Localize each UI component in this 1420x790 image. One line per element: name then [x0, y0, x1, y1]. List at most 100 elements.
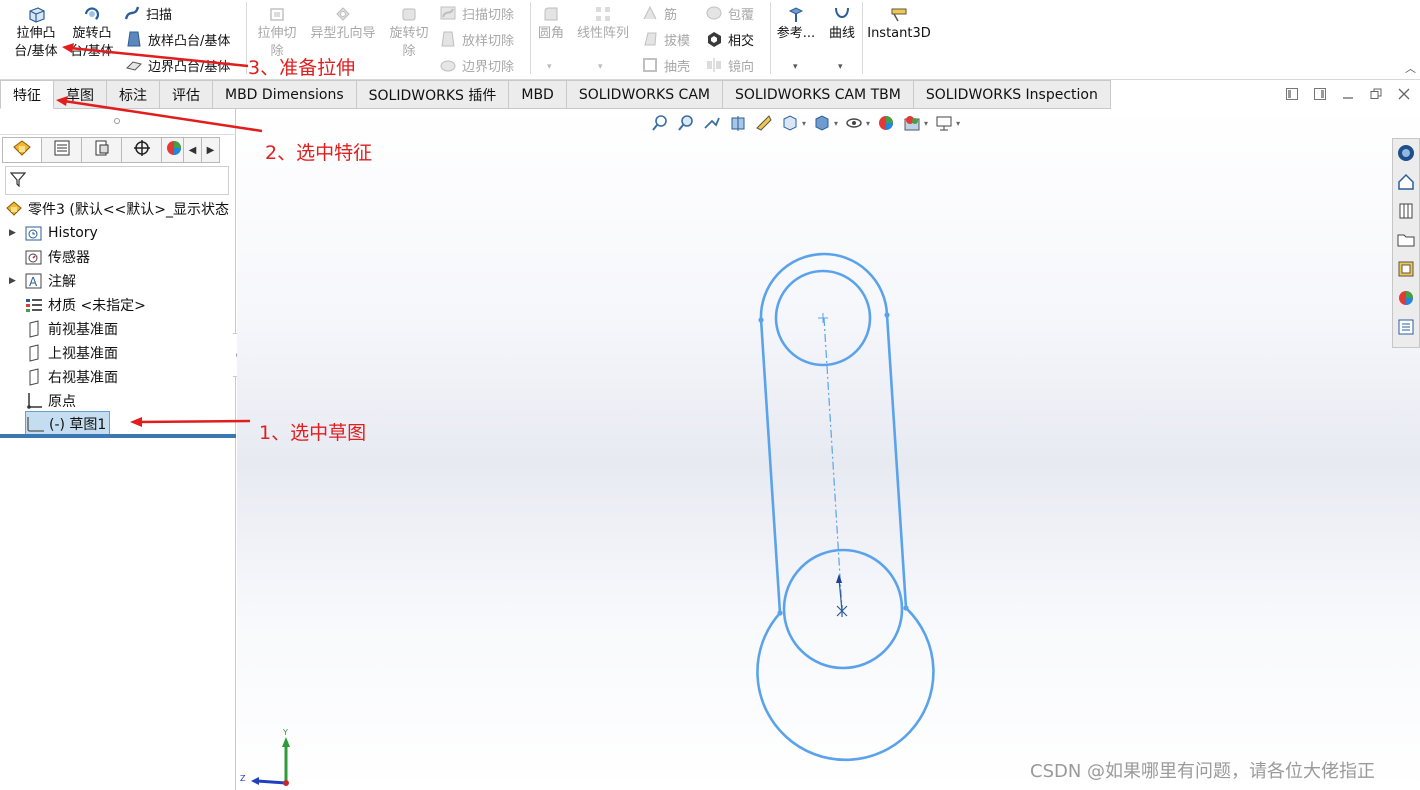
display-manager-tab[interactable]	[162, 137, 184, 163]
feature-manager-tab[interactable]	[2, 137, 42, 163]
zoom-area-icon[interactable]	[676, 113, 696, 133]
reference-dropdown-icon[interactable]: ▾	[793, 62, 798, 72]
edit-appearance-icon[interactable]	[876, 113, 896, 133]
section-view-icon[interactable]	[728, 113, 748, 133]
linear-pattern-dropdown-icon[interactable]: ▾	[598, 62, 603, 72]
shell-button[interactable]: 抽壳	[640, 53, 690, 77]
boundary-boss-button[interactable]: 边界凸台/基体	[124, 53, 230, 77]
rib-button[interactable]: 筋	[640, 1, 677, 25]
shell-icon	[640, 56, 660, 74]
tree-item-history[interactable]: ▶ History	[9, 221, 98, 245]
dropdown-arrow-icon[interactable]: ▾	[834, 119, 838, 128]
dynamic-annotation-view-icon[interactable]	[754, 113, 774, 133]
loft-boss-button[interactable]: 放样凸台/基体	[124, 27, 230, 51]
instant3d-button[interactable]: Instant3D	[866, 4, 932, 43]
apply-scene-icon[interactable]	[902, 113, 922, 133]
tab-features[interactable]: 特征	[0, 80, 54, 109]
feature-manager-icon	[11, 138, 33, 162]
restore-icon[interactable]	[1368, 86, 1384, 102]
file-explorer-icon[interactable]	[1395, 229, 1417, 251]
tree-filter[interactable]	[5, 166, 229, 195]
draft-button[interactable]: 拔模	[640, 27, 690, 51]
tree-part-root[interactable]: 零件3 (默认<<默认>_显示状态	[5, 197, 236, 221]
command-manager-ribbon: 拉伸凸 台/基体 旋转凸 台/基体 扫描 放样凸台/基体 边界凸台/基体 拉伸切…	[0, 0, 1420, 80]
tab-solidworks-cam-tbm[interactable]: SOLIDWORKS CAM TBM	[722, 80, 914, 109]
reference-geometry-button[interactable]: 参考...	[776, 4, 816, 43]
design-library-icon[interactable]	[1395, 200, 1417, 222]
expand-arrow-icon[interactable]: ▶	[9, 228, 19, 238]
extrude-cut-icon	[266, 4, 288, 24]
tree-item-top-plane[interactable]: 上视基准面	[25, 341, 118, 365]
swept-cut-button[interactable]: 扫描切除	[438, 1, 514, 25]
linear-pattern-button[interactable]: 线性阵列	[572, 4, 634, 43]
zoom-to-fit-icon[interactable]	[650, 113, 670, 133]
loft-boss-label: 放样凸台/基体	[148, 33, 231, 49]
tree-item-right-plane[interactable]: 右视基准面	[25, 365, 118, 389]
plane-icon	[25, 320, 43, 338]
heads-up-view-toolbar: ▾ ▾ ▾ ▾ ▾	[650, 113, 960, 133]
extrude-boss-button[interactable]: 拉伸凸 台/基体	[10, 4, 62, 61]
intersect-label: 相交	[728, 33, 755, 49]
sweep-button[interactable]: 扫描	[122, 1, 172, 25]
view-palette-icon[interactable]	[1395, 258, 1417, 280]
fillet-dropdown-icon[interactable]: ▾	[547, 62, 552, 72]
rollback-bar[interactable]	[0, 434, 236, 438]
minimize-icon[interactable]	[1340, 86, 1356, 102]
sketch-icon	[26, 415, 44, 433]
expand-arrow-icon[interactable]: ▶	[9, 276, 19, 286]
tab-scroll-right-icon[interactable]: ▶	[202, 137, 220, 163]
panel-resize-handle[interactable]	[0, 109, 236, 135]
tree-item-material[interactable]: 材质 <未指定>	[25, 293, 146, 317]
tab-markup[interactable]: 标注	[107, 80, 160, 109]
mirror-button[interactable]: 镜向	[704, 53, 754, 77]
tab-mbd[interactable]: MBD	[509, 80, 567, 109]
collapse-ribbon-icon[interactable]: ︿	[1405, 60, 1416, 76]
graphics-area[interactable]: Y Z	[237, 109, 1420, 790]
home-icon[interactable]	[1395, 171, 1417, 193]
revolve-boss-button[interactable]: 旋转凸 台/基体	[66, 4, 118, 61]
lofted-cut-button[interactable]: 放样切除	[438, 27, 514, 51]
display-style-icon[interactable]	[812, 113, 832, 133]
boundary-cut-button[interactable]: 边界切除	[438, 53, 514, 77]
tab-solidworks-addins[interactable]: SOLIDWORKS 插件	[356, 80, 510, 109]
tab-sketch[interactable]: 草图	[54, 80, 107, 109]
step1-annotation: 1、选中草图	[259, 422, 367, 444]
curves-dropdown-icon[interactable]: ▾	[838, 62, 843, 72]
hole-wizard-button[interactable]: 异型孔向导	[306, 4, 380, 43]
tree-item-origin[interactable]: 原点	[25, 389, 76, 413]
wrap-button[interactable]: 包覆	[704, 1, 754, 25]
front-plane-label: 前视基准面	[48, 322, 118, 338]
tile-left-icon[interactable]	[1284, 86, 1300, 102]
property-manager-tab[interactable]	[42, 137, 82, 163]
tree-item-sketch1[interactable]: (-) 草图1	[25, 411, 111, 436]
previous-view-icon[interactable]	[702, 113, 722, 133]
solidworks-resources-icon[interactable]	[1395, 142, 1417, 164]
revolve-cut-label-1: 旋转切	[389, 26, 429, 41]
tab-evaluate[interactable]: 评估	[160, 80, 213, 109]
dropdown-arrow-icon[interactable]: ▾	[802, 119, 806, 128]
close-icon[interactable]	[1396, 86, 1412, 102]
dimxpert-manager-tab[interactable]	[122, 137, 162, 163]
dropdown-arrow-icon[interactable]: ▾	[924, 119, 928, 128]
appearances-scenes-icon[interactable]	[1395, 287, 1417, 309]
curves-button[interactable]: 曲线	[822, 4, 862, 43]
configuration-manager-tab[interactable]	[82, 137, 122, 163]
extrude-boss-label-1: 拉伸凸	[16, 26, 56, 41]
tab-scroll-left-icon[interactable]: ◀	[184, 137, 202, 163]
custom-properties-icon[interactable]	[1395, 316, 1417, 338]
tile-right-icon[interactable]	[1312, 86, 1328, 102]
tree-item-annotations[interactable]: ▶ A 注解	[9, 269, 76, 293]
intersect-button[interactable]: 相交	[704, 27, 754, 51]
view-orientation-icon[interactable]	[780, 113, 800, 133]
tree-item-sensors[interactable]: 传感器	[25, 245, 90, 269]
tree-item-front-plane[interactable]: 前视基准面	[25, 317, 118, 341]
dropdown-arrow-icon[interactable]: ▾	[956, 119, 960, 128]
view-settings-icon[interactable]	[934, 113, 954, 133]
revolve-cut-button[interactable]: 旋转切 除	[384, 4, 434, 61]
tab-solidworks-cam[interactable]: SOLIDWORKS CAM	[566, 80, 723, 109]
fillet-button[interactable]: 圆角	[534, 4, 568, 43]
hide-show-items-icon[interactable]	[844, 113, 864, 133]
tab-solidworks-inspection[interactable]: SOLIDWORKS Inspection	[913, 80, 1111, 109]
tab-mbd-dimensions[interactable]: MBD Dimensions	[213, 80, 357, 109]
dropdown-arrow-icon[interactable]: ▾	[866, 119, 870, 128]
